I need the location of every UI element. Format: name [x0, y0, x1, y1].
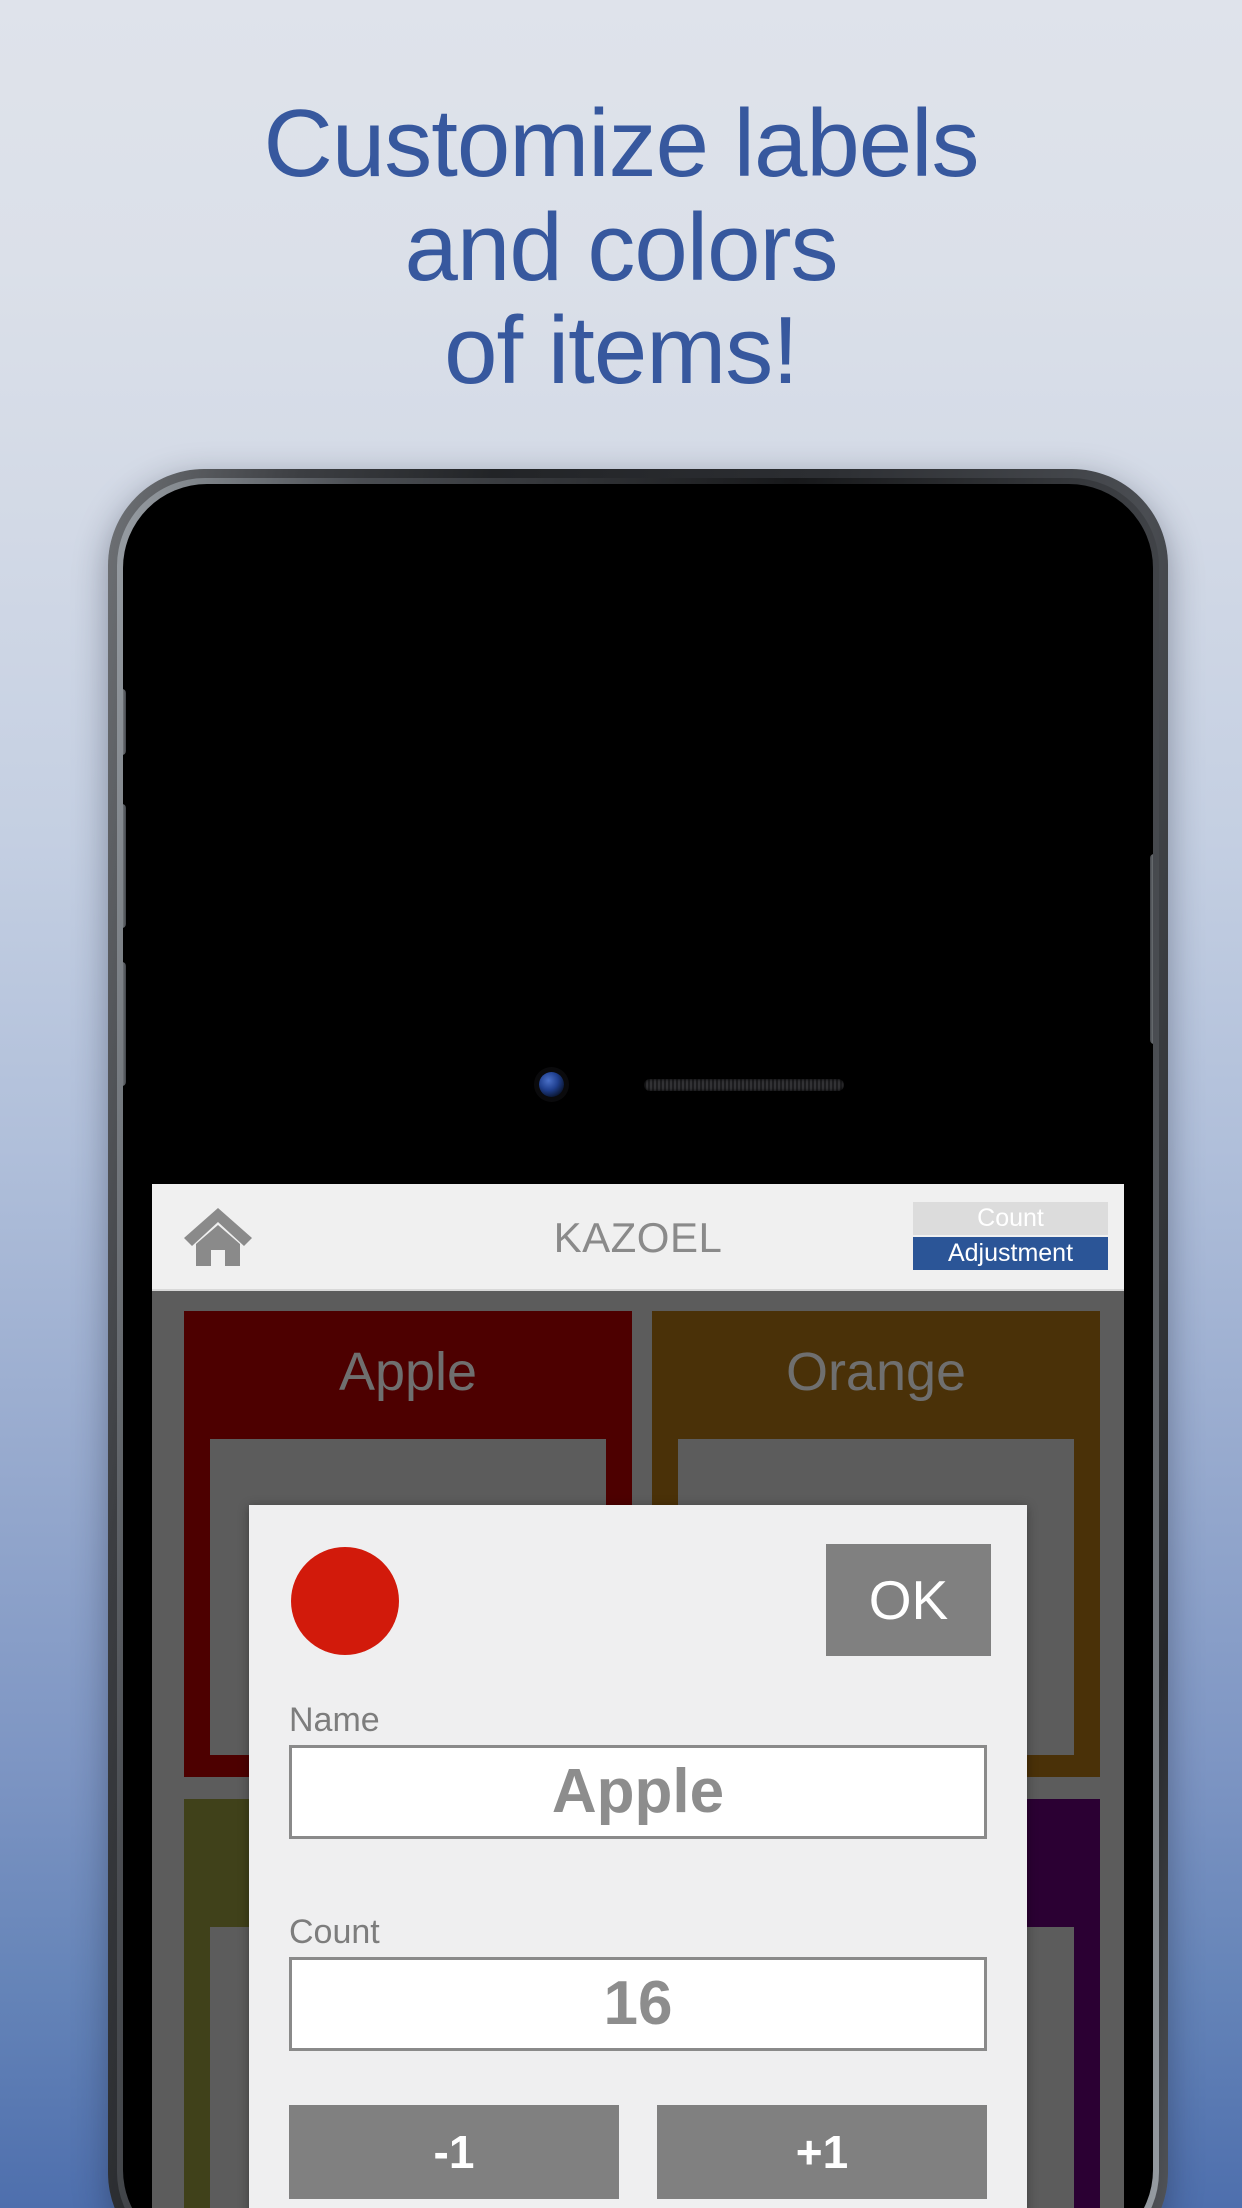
- mode-segmented-control: Count Adjustment: [913, 1202, 1108, 1270]
- promo-line-3: of items!: [444, 297, 799, 405]
- adjust-button-grid: -1 +1 -10 +10 -100 +100: [289, 2105, 987, 2208]
- ok-button[interactable]: OK: [826, 1544, 991, 1656]
- increment-1-button[interactable]: +1: [657, 2105, 987, 2199]
- promo-line-2: and colors: [404, 193, 839, 301]
- promo-headline: Customize labels and colors of items!: [0, 92, 1242, 403]
- app-screen: KAZOEL Count Adjustment Apple Orange OK …: [152, 1184, 1124, 2208]
- app-bar: KAZOEL Count Adjustment: [152, 1184, 1124, 1291]
- promo-line-1: Customize labels: [263, 90, 980, 197]
- tab-adjustment[interactable]: Adjustment: [913, 1237, 1108, 1270]
- volume-down-button[interactable]: [123, 962, 126, 1086]
- power-button[interactable]: [1150, 854, 1153, 1044]
- promo-screenshot: Customize labels and colors of items! KA…: [0, 0, 1242, 2208]
- name-input[interactable]: Apple: [289, 1745, 987, 1839]
- edit-item-dialog: OK Name Apple Count 16 -1 +1 -10 +10: [249, 1505, 1027, 2208]
- phone-mockup: KAZOEL Count Adjustment Apple Orange OK …: [108, 469, 1168, 2208]
- decrement-1-button[interactable]: -1: [289, 2105, 619, 2199]
- volume-up-button[interactable]: [123, 804, 126, 928]
- earpiece-speaker-icon: [644, 1079, 844, 1091]
- name-label: Name: [289, 1701, 380, 1739]
- count-label: Count: [289, 1913, 380, 1951]
- front-camera-icon: [539, 1072, 564, 1097]
- tab-count[interactable]: Count: [913, 1202, 1108, 1235]
- item-card-label: Orange: [785, 1342, 967, 1402]
- count-input[interactable]: 16: [289, 1957, 987, 2051]
- silent-switch[interactable]: [123, 689, 126, 755]
- item-card-label: Apple: [338, 1342, 478, 1402]
- color-swatch-circle-icon[interactable]: [291, 1547, 399, 1655]
- adjust-row-1: -1 +1: [289, 2105, 987, 2199]
- phone-body: KAZOEL Count Adjustment Apple Orange OK …: [123, 484, 1153, 2208]
